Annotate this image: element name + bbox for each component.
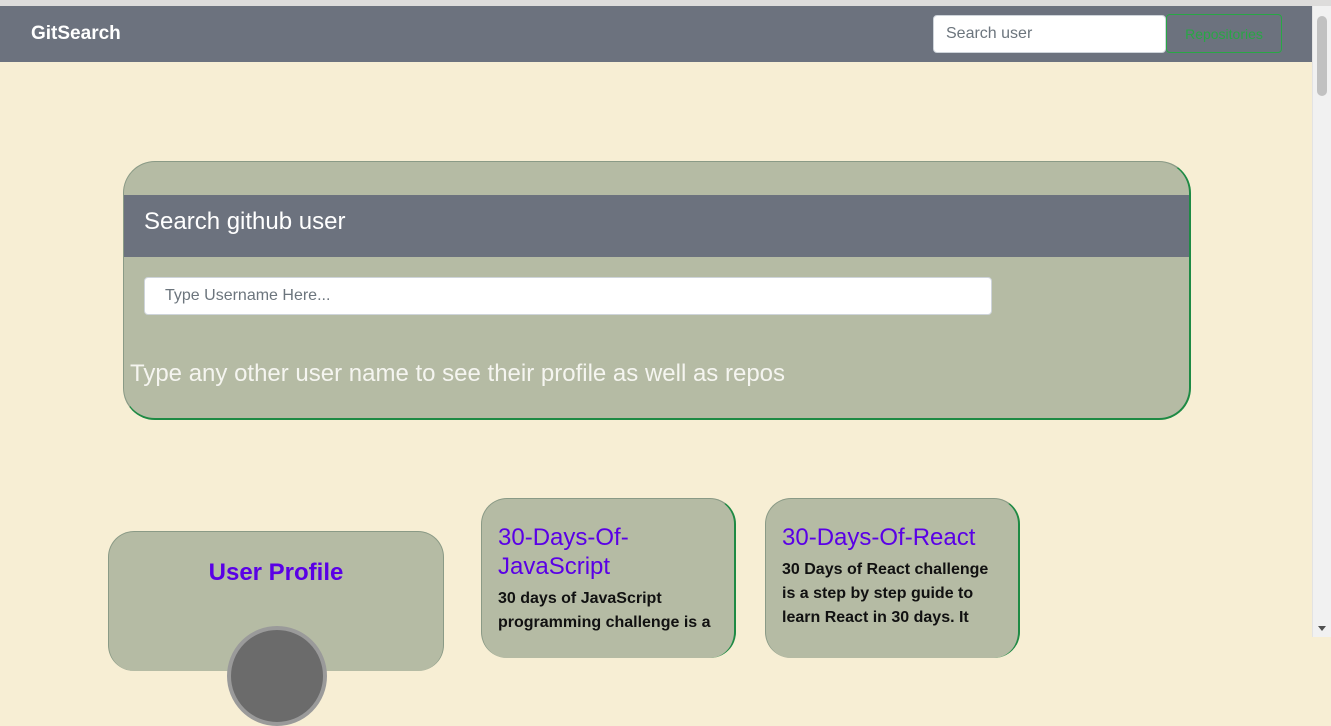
navbar-search-input[interactable]	[933, 15, 1166, 53]
profile-title: User Profile	[208, 559, 344, 586]
brand-logo[interactable]: GitSearch	[31, 23, 121, 45]
scrollbar-thumb[interactable]	[1317, 16, 1327, 96]
repo-description: 30 Days of React challenge is a step by …	[782, 561, 989, 626]
search-user-card: Search github user Type any other user n…	[123, 161, 1191, 420]
user-profile-card: User Profile	[108, 531, 444, 726]
repo-card: 30-Days-Of-JavaScript 30 days of JavaScr…	[481, 498, 736, 658]
search-card-title: Search github user	[144, 208, 346, 235]
repositories-button[interactable]: Repositories	[1166, 14, 1282, 53]
scroll-down-arrow-icon[interactable]	[1318, 626, 1326, 631]
search-card-header: Search github user	[124, 195, 1189, 257]
page-scrollbar[interactable]	[1312, 6, 1331, 637]
repo-name-link[interactable]: 30-Days-Of-JavaScript	[498, 523, 718, 581]
avatar	[227, 626, 327, 726]
search-hint-text: Type any other user name to see their pr…	[130, 360, 786, 387]
repo-description: 30 days of JavaScript programming challe…	[498, 590, 711, 631]
repo-card: 30-Days-Of-React 30 Days of React challe…	[765, 498, 1020, 658]
repo-name-link[interactable]: 30-Days-Of-React	[782, 523, 1002, 552]
username-search-input[interactable]	[144, 277, 992, 315]
navbar: GitSearch Repositories	[0, 6, 1312, 62]
